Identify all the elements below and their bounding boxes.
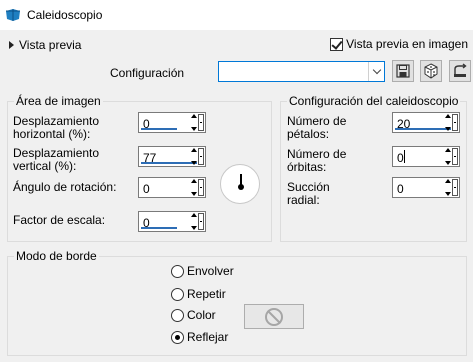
- preview-toggle-label: Vista previa: [19, 38, 82, 52]
- h-offset-label-2: horizontal (%):: [13, 127, 91, 141]
- radio-envolver[interactable]: Envolver: [171, 264, 234, 278]
- radio-label-color: Color: [187, 308, 216, 322]
- suction-label-2: radial:: [287, 193, 320, 207]
- rotation-value: 0: [143, 182, 150, 196]
- radio-label-repetir: Repetir: [187, 287, 226, 301]
- slider-handle-icon[interactable]: [198, 148, 204, 165]
- rotation-dial[interactable]: [220, 164, 260, 204]
- preview-in-image-label: Vista previa en imagen: [346, 37, 468, 51]
- radio-label-reflejar: Reflejar: [187, 330, 229, 344]
- slider-handle-icon[interactable]: [452, 114, 458, 131]
- preview-in-image-checkbox[interactable]: Vista previa en imagen: [330, 37, 468, 51]
- window-title: Caleidoscopio: [27, 8, 103, 22]
- radio-button[interactable]: [171, 264, 184, 278]
- v-offset-spinbox[interactable]: 77: [138, 146, 206, 167]
- radio-reflejar[interactable]: Reflejar: [171, 330, 228, 344]
- spin-arrows-icon[interactable]: [444, 148, 451, 165]
- config-combo[interactable]: [218, 61, 385, 82]
- spin-arrows-icon[interactable]: [190, 114, 197, 131]
- radio-button[interactable]: [171, 287, 184, 301]
- spin-arrows-icon[interactable]: [190, 213, 197, 230]
- edge-color-swatch[interactable]: [244, 304, 304, 329]
- suction-value: 0: [397, 182, 404, 196]
- scale-slider-bar: [141, 227, 177, 229]
- radio-label-envolver: Envolver: [187, 264, 234, 278]
- orbits-spinbox[interactable]: 0: [392, 146, 460, 167]
- expand-arrow-icon: [9, 41, 14, 49]
- randomize-button[interactable]: [420, 60, 442, 82]
- save-preset-button[interactable]: [392, 60, 414, 82]
- radio-color[interactable]: Color: [171, 308, 216, 322]
- app-icon: [6, 9, 20, 21]
- orbits-label-2: órbitas:: [287, 160, 327, 174]
- randomize-dice-icon: [424, 63, 438, 79]
- edge-mode-title: Modo de borde: [14, 249, 99, 263]
- title-bar: Caleidoscopio: [0, 0, 473, 30]
- radio-repetir[interactable]: Repetir: [171, 287, 226, 301]
- spin-arrows-icon[interactable]: [444, 179, 451, 196]
- v-offset-slider-bar: [141, 162, 197, 164]
- petals-slider-bar: [395, 128, 451, 130]
- radio-button[interactable]: [171, 308, 184, 322]
- slider-handle-icon[interactable]: [198, 114, 204, 131]
- image-area-title: Área de imagen: [14, 94, 103, 108]
- scale-spinbox[interactable]: 0: [138, 211, 206, 232]
- suction-spinbox[interactable]: 0: [392, 177, 460, 198]
- slider-handle-icon[interactable]: [198, 179, 204, 196]
- h-offset-spinbox[interactable]: 0: [138, 112, 206, 133]
- scale-label: Factor de escala:: [13, 213, 106, 227]
- checkbox-checked[interactable]: [330, 37, 344, 51]
- rotation-label: Ángulo de rotación:: [13, 180, 117, 194]
- kaleidoscope-title: Configuración del caleidoscopio: [287, 94, 461, 108]
- reset-button[interactable]: [449, 60, 471, 82]
- orbits-value: 0: [397, 151, 404, 165]
- text-caret: [404, 150, 405, 163]
- spin-arrows-icon[interactable]: [444, 114, 451, 131]
- slider-handle-icon[interactable]: [198, 213, 204, 230]
- petals-spinbox[interactable]: 20: [392, 112, 460, 133]
- radio-button-selected[interactable]: [171, 330, 184, 344]
- edge-mode-group: Modo de borde: [7, 249, 467, 356]
- petals-label-2: pétalos:: [287, 127, 330, 141]
- h-offset-slider-bar: [141, 128, 177, 130]
- save-preset-icon: [396, 64, 410, 78]
- config-label: Configuración: [110, 66, 185, 80]
- spin-arrows-icon[interactable]: [190, 179, 197, 196]
- chevron-down-icon[interactable]: [368, 62, 384, 81]
- no-color-icon: [265, 307, 283, 326]
- slider-handle-icon[interactable]: [452, 148, 458, 165]
- spin-arrows-icon[interactable]: [190, 148, 197, 165]
- slider-handle-icon[interactable]: [452, 179, 458, 196]
- dial-center-icon: [238, 184, 244, 190]
- rotation-spinbox[interactable]: 0: [138, 177, 206, 198]
- v-offset-label-2: vertical (%):: [13, 159, 77, 173]
- preview-toggle[interactable]: Vista previa: [9, 38, 81, 52]
- reset-icon: [454, 63, 467, 77]
